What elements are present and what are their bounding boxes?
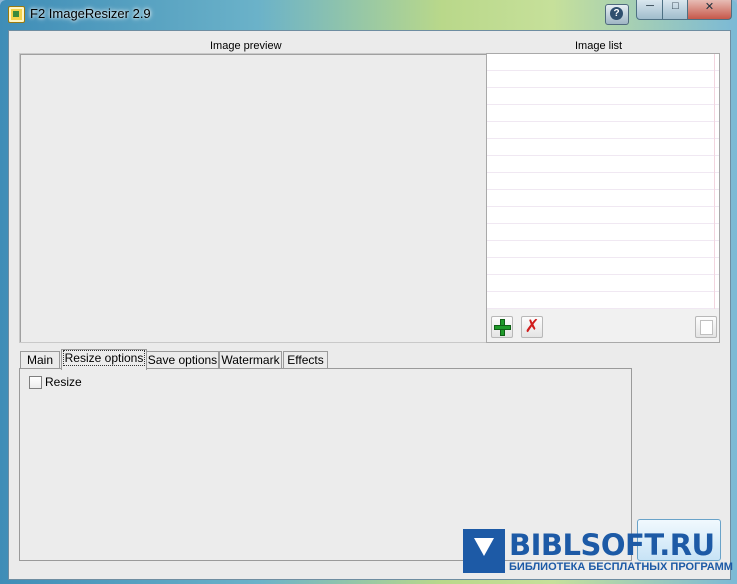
app-icon <box>8 6 25 23</box>
image-list-label: Image list <box>575 40 623 52</box>
download-arrow-icon <box>463 529 505 573</box>
resize-checkbox[interactable] <box>29 376 42 389</box>
maximize-button[interactable]: □ <box>662 0 689 20</box>
close-button[interactable]: ✕ <box>687 0 732 20</box>
tab-watermark[interactable]: Watermark <box>219 351 282 369</box>
image-list-panel: ✗ <box>486 53 720 343</box>
blank-page-button[interactable] <box>695 316 717 338</box>
window-title: F2 ImageResizer 2.9 <box>30 6 151 21</box>
help-button[interactable]: ? <box>605 4 629 25</box>
tab-resize-options-label: Resize options <box>62 350 146 366</box>
tab-main[interactable]: Main <box>20 351 60 369</box>
watermark-subtitle: БИБЛИОТЕКА БЕСПЛАТНЫХ ПРОГРАММ <box>509 561 733 573</box>
plus-icon <box>494 319 511 336</box>
page-icon <box>700 320 713 335</box>
resize-label: Resize <box>45 375 82 389</box>
image-preview-label: Image preview <box>210 40 282 52</box>
remove-image-button[interactable]: ✗ <box>521 316 543 338</box>
caption-buttons: ─ □ ✕ <box>636 0 732 20</box>
watermark-title: BIBLSOFT.RU <box>509 528 715 562</box>
minimize-button[interactable]: ─ <box>636 0 664 20</box>
tab-save-options-label: Save options <box>147 353 218 367</box>
image-list[interactable] <box>487 54 719 309</box>
client-area: Image preview Image list ✗ Main Resize o… <box>8 30 731 580</box>
tab-watermark-label: Watermark <box>221 353 280 367</box>
add-image-button[interactable] <box>491 316 513 338</box>
tab-effects-label: Effects <box>287 353 324 367</box>
x-icon: ✗ <box>524 316 540 336</box>
tab-effects[interactable]: Effects <box>283 351 328 369</box>
minimize-icon: ─ <box>646 0 654 12</box>
close-icon: ✕ <box>704 1 715 13</box>
help-icon: ? <box>610 7 623 20</box>
maximize-icon: □ <box>672 0 679 12</box>
tab-resize-options[interactable]: Resize options <box>61 349 147 370</box>
title-bar[interactable]: F2 ImageResizer 2.9 ? ─ □ ✕ <box>0 0 737 30</box>
app-window: F2 ImageResizer 2.9 ? ─ □ ✕ Image previe… <box>0 0 737 584</box>
tab-save-options[interactable]: Save options <box>146 351 219 369</box>
biblsoft-watermark: BIBLSOFT.RU БИБЛИОТЕКА БЕСПЛАТНЫХ ПРОГРА… <box>463 529 735 575</box>
image-preview-area <box>19 53 487 343</box>
tab-main-label: Main <box>26 353 53 367</box>
